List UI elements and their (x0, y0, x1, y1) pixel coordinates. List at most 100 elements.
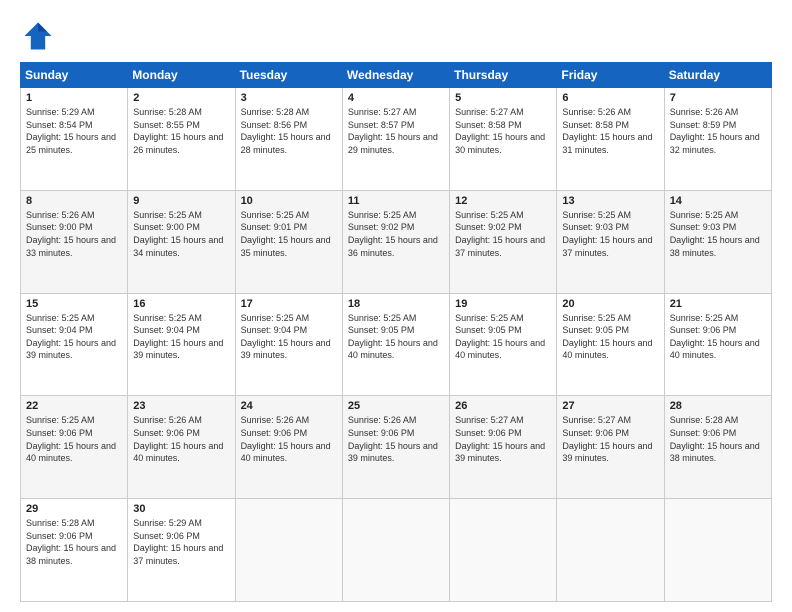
week-row-3: 15Sunrise: 5:25 AMSunset: 9:04 PMDayligh… (21, 293, 772, 396)
cell-info: Sunrise: 5:26 AMSunset: 8:59 PMDaylight:… (670, 107, 760, 155)
cell-info: Sunrise: 5:25 AMSunset: 9:03 PMDaylight:… (670, 210, 760, 258)
cell-info: Sunrise: 5:27 AMSunset: 8:57 PMDaylight:… (348, 107, 438, 155)
cell-info: Sunrise: 5:26 AMSunset: 8:58 PMDaylight:… (562, 107, 652, 155)
cell-info: Sunrise: 5:26 AMSunset: 9:00 PMDaylight:… (26, 210, 116, 258)
header-day-tuesday: Tuesday (235, 63, 342, 88)
day-number: 6 (562, 92, 658, 104)
day-number: 1 (26, 92, 122, 104)
day-number: 14 (670, 195, 766, 207)
calendar-cell (450, 499, 557, 602)
page: SundayMondayTuesdayWednesdayThursdayFrid… (0, 0, 792, 612)
cell-info: Sunrise: 5:28 AMSunset: 9:06 PMDaylight:… (26, 518, 116, 566)
day-number: 5 (455, 92, 551, 104)
cell-info: Sunrise: 5:29 AMSunset: 9:06 PMDaylight:… (133, 518, 223, 566)
logo-icon (20, 18, 56, 54)
day-number: 12 (455, 195, 551, 207)
cell-info: Sunrise: 5:28 AMSunset: 9:06 PMDaylight:… (670, 415, 760, 463)
calendar-cell: 14 Sunrise: 5:25 AMSunset: 9:03 PMDayligh… (664, 190, 771, 293)
calendar-cell: 2 Sunrise: 5:28 AMSunset: 8:55 PMDaylight… (128, 88, 235, 191)
cell-info: Sunrise: 5:25 AMSunset: 9:03 PMDaylight:… (562, 210, 652, 258)
header-day-friday: Friday (557, 63, 664, 88)
calendar-cell: 16 Sunrise: 5:25 AMSunset: 9:04 PMDayligh… (128, 293, 235, 396)
calendar-cell: 1 Sunrise: 5:29 AMSunset: 8:54 PMDaylight… (21, 88, 128, 191)
day-number: 3 (241, 92, 337, 104)
calendar-cell: 11Sunrise: 5:25 AMSunset: 9:02 PMDayligh… (342, 190, 449, 293)
calendar-cell (557, 499, 664, 602)
cell-info: Sunrise: 5:28 AMSunset: 8:55 PMDaylight:… (133, 107, 223, 155)
calendar-cell: 5Sunrise: 5:27 AMSunset: 8:58 PMDaylight… (450, 88, 557, 191)
cell-info: Sunrise: 5:28 AMSunset: 8:56 PMDaylight:… (241, 107, 331, 155)
calendar-cell: 23Sunrise: 5:26 AMSunset: 9:06 PMDayligh… (128, 396, 235, 499)
day-number: 13 (562, 195, 658, 207)
calendar-cell: 30 Sunrise: 5:29 AMSunset: 9:06 PMDayligh… (128, 499, 235, 602)
calendar-cell: 29 Sunrise: 5:28 AMSunset: 9:06 PMDayligh… (21, 499, 128, 602)
calendar-cell: 15Sunrise: 5:25 AMSunset: 9:04 PMDayligh… (21, 293, 128, 396)
calendar-cell: 22Sunrise: 5:25 AMSunset: 9:06 PMDayligh… (21, 396, 128, 499)
day-number: 9 (133, 195, 229, 207)
cell-info: Sunrise: 5:26 AMSunset: 9:06 PMDaylight:… (133, 415, 223, 463)
calendar-cell: 8 Sunrise: 5:26 AMSunset: 9:00 PMDaylight… (21, 190, 128, 293)
day-number: 28 (670, 400, 766, 412)
header-day-wednesday: Wednesday (342, 63, 449, 88)
week-row-4: 22Sunrise: 5:25 AMSunset: 9:06 PMDayligh… (21, 396, 772, 499)
day-number: 7 (670, 92, 766, 104)
header-row: SundayMondayTuesdayWednesdayThursdayFrid… (21, 63, 772, 88)
cell-info: Sunrise: 5:25 AMSunset: 9:05 PMDaylight:… (562, 313, 652, 361)
header-day-thursday: Thursday (450, 63, 557, 88)
week-row-2: 8 Sunrise: 5:26 AMSunset: 9:00 PMDaylight… (21, 190, 772, 293)
calendar-cell: 9 Sunrise: 5:25 AMSunset: 9:00 PMDaylight… (128, 190, 235, 293)
cell-info: Sunrise: 5:25 AMSunset: 9:06 PMDaylight:… (670, 313, 760, 361)
calendar-cell: 19Sunrise: 5:25 AMSunset: 9:05 PMDayligh… (450, 293, 557, 396)
day-number: 8 (26, 195, 122, 207)
calendar-cell: 27 Sunrise: 5:27 AMSunset: 9:06 PMDayligh… (557, 396, 664, 499)
calendar-cell: 12 Sunrise: 5:25 AMSunset: 9:02 PMDayligh… (450, 190, 557, 293)
calendar-cell: 17Sunrise: 5:25 AMSunset: 9:04 PMDayligh… (235, 293, 342, 396)
day-number: 21 (670, 298, 766, 310)
calendar-cell: 24Sunrise: 5:26 AMSunset: 9:06 PMDayligh… (235, 396, 342, 499)
header-day-monday: Monday (128, 63, 235, 88)
header (20, 18, 772, 54)
cell-info: Sunrise: 5:25 AMSunset: 9:01 PMDaylight:… (241, 210, 331, 258)
day-number: 2 (133, 92, 229, 104)
cell-info: Sunrise: 5:27 AMSunset: 9:06 PMDaylight:… (455, 415, 545, 463)
cell-info: Sunrise: 5:25 AMSunset: 9:04 PMDaylight:… (26, 313, 116, 361)
day-number: 30 (133, 503, 229, 515)
cell-info: Sunrise: 5:25 AMSunset: 9:04 PMDaylight:… (133, 313, 223, 361)
cell-info: Sunrise: 5:26 AMSunset: 9:06 PMDaylight:… (348, 415, 438, 463)
day-number: 4 (348, 92, 444, 104)
calendar-table: SundayMondayTuesdayWednesdayThursdayFrid… (20, 62, 772, 602)
calendar-cell (342, 499, 449, 602)
calendar-cell: 13 Sunrise: 5:25 AMSunset: 9:03 PMDayligh… (557, 190, 664, 293)
calendar-cell: 20Sunrise: 5:25 AMSunset: 9:05 PMDayligh… (557, 293, 664, 396)
cell-info: Sunrise: 5:27 AMSunset: 9:06 PMDaylight:… (562, 415, 652, 463)
logo (20, 18, 62, 54)
calendar-cell (664, 499, 771, 602)
day-number: 16 (133, 298, 229, 310)
calendar-cell: 21 Sunrise: 5:25 AMSunset: 9:06 PMDayligh… (664, 293, 771, 396)
day-number: 22 (26, 400, 122, 412)
calendar-cell (235, 499, 342, 602)
header-day-saturday: Saturday (664, 63, 771, 88)
day-number: 19 (455, 298, 551, 310)
cell-info: Sunrise: 5:25 AMSunset: 9:05 PMDaylight:… (348, 313, 438, 361)
calendar-cell: 28 Sunrise: 5:28 AMSunset: 9:06 PMDayligh… (664, 396, 771, 499)
week-row-1: 1 Sunrise: 5:29 AMSunset: 8:54 PMDaylight… (21, 88, 772, 191)
day-number: 11 (348, 195, 444, 207)
day-number: 26 (455, 400, 551, 412)
cell-info: Sunrise: 5:29 AMSunset: 8:54 PMDaylight:… (26, 107, 116, 155)
day-number: 27 (562, 400, 658, 412)
calendar-cell: 25 Sunrise: 5:26 AMSunset: 9:06 PMDayligh… (342, 396, 449, 499)
calendar-cell: 26 Sunrise: 5:27 AMSunset: 9:06 PMDayligh… (450, 396, 557, 499)
day-number: 10 (241, 195, 337, 207)
calendar-cell: 10 Sunrise: 5:25 AMSunset: 9:01 PMDayligh… (235, 190, 342, 293)
day-number: 29 (26, 503, 122, 515)
calendar-cell: 3 Sunrise: 5:28 AMSunset: 8:56 PMDaylight… (235, 88, 342, 191)
day-number: 25 (348, 400, 444, 412)
week-row-5: 29 Sunrise: 5:28 AMSunset: 9:06 PMDayligh… (21, 499, 772, 602)
cell-info: Sunrise: 5:26 AMSunset: 9:06 PMDaylight:… (241, 415, 331, 463)
cell-info: Sunrise: 5:25 AMSunset: 9:00 PMDaylight:… (133, 210, 223, 258)
calendar-cell: 6 Sunrise: 5:26 AMSunset: 8:58 PMDaylight… (557, 88, 664, 191)
calendar-cell: 7 Sunrise: 5:26 AMSunset: 8:59 PMDaylight… (664, 88, 771, 191)
cell-info: Sunrise: 5:25 AMSunset: 9:02 PMDaylight:… (455, 210, 545, 258)
calendar-cell: 18Sunrise: 5:25 AMSunset: 9:05 PMDayligh… (342, 293, 449, 396)
